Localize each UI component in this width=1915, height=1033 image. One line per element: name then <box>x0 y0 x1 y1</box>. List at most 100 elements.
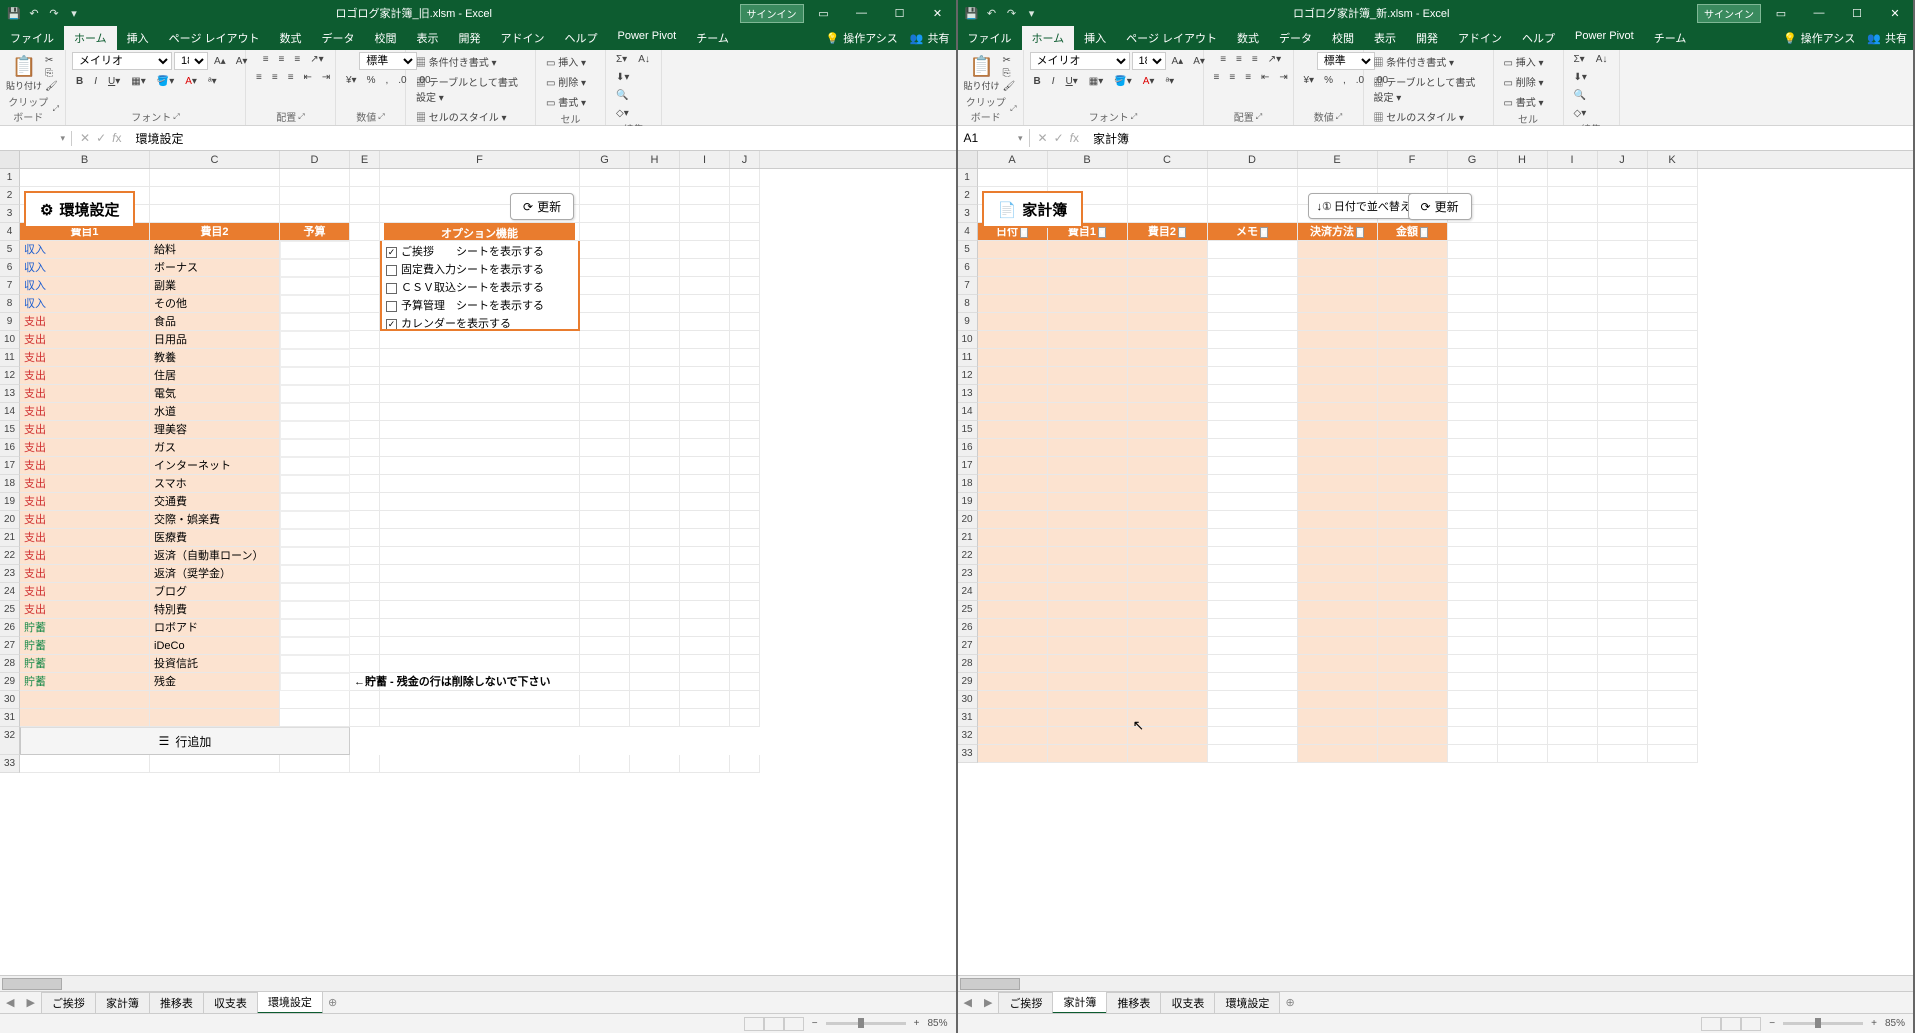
row-header[interactable]: 26 <box>0 619 20 637</box>
cell[interactable] <box>580 313 630 331</box>
cell[interactable] <box>630 475 680 493</box>
cell[interactable] <box>1128 403 1208 421</box>
cell[interactable] <box>1548 367 1598 385</box>
cell[interactable] <box>1048 349 1128 367</box>
format-painter-icon[interactable]: 🖌 <box>45 81 58 92</box>
cell[interactable] <box>1498 583 1548 601</box>
ribbon-tab-数式[interactable]: 数式 <box>1227 26 1269 50</box>
cell[interactable] <box>350 565 380 583</box>
cell[interactable] <box>1448 349 1498 367</box>
cell[interactable] <box>978 547 1048 565</box>
cell[interactable] <box>1448 493 1498 511</box>
cell[interactable] <box>630 385 680 403</box>
cell[interactable] <box>350 755 380 773</box>
cell[interactable] <box>350 511 380 529</box>
cell[interactable] <box>1598 295 1648 313</box>
cell[interactable] <box>730 331 760 349</box>
row-header[interactable]: 5 <box>958 241 978 259</box>
orientation-icon[interactable]: ↗▾ <box>306 52 327 67</box>
cell[interactable] <box>350 259 380 277</box>
horizontal-scrollbar[interactable] <box>0 975 956 991</box>
cell[interactable] <box>730 493 760 511</box>
row-header[interactable]: 12 <box>958 367 978 385</box>
cell[interactable] <box>1448 367 1498 385</box>
cell[interactable] <box>1298 403 1378 421</box>
cell[interactable] <box>20 691 150 709</box>
row-header[interactable]: 2 <box>958 187 978 205</box>
cell[interactable] <box>978 583 1048 601</box>
sort-by-date-button[interactable]: ↓①日付で並べ替え <box>1308 193 1420 219</box>
cell[interactable] <box>1648 547 1698 565</box>
font-size-select[interactable]: 18 <box>1132 52 1166 70</box>
cell[interactable] <box>1128 349 1208 367</box>
align-right-icon[interactable]: ≡ <box>1241 70 1255 85</box>
cell[interactable] <box>1298 547 1378 565</box>
cell[interactable] <box>1548 583 1598 601</box>
cell[interactable] <box>580 223 630 241</box>
col-header-H[interactable]: H <box>1498 151 1548 168</box>
cell-yosan[interactable] <box>280 511 350 529</box>
cell[interactable] <box>380 493 580 511</box>
row-header[interactable]: 31 <box>0 709 20 727</box>
col-header-K[interactable]: K <box>1648 151 1698 168</box>
cell[interactable] <box>1498 349 1548 367</box>
cell[interactable] <box>1378 331 1448 349</box>
option-row[interactable]: ＣＳＶ取込シートを表示する <box>380 277 580 295</box>
cell[interactable] <box>380 169 580 187</box>
ribbon-tab-ホーム[interactable]: ホーム <box>64 26 117 50</box>
hdr-h2[interactable]: 費目2▾ <box>1128 223 1208 241</box>
ribbon-tab-ヘルプ[interactable]: ヘルプ <box>1512 26 1565 50</box>
font-size-select[interactable]: 18 <box>174 52 208 70</box>
row-header[interactable]: 11 <box>958 349 978 367</box>
maximize-icon[interactable]: ☐ <box>882 0 918 26</box>
copy-icon[interactable]: ⎘ <box>45 68 58 79</box>
cell[interactable] <box>1548 511 1598 529</box>
cell[interactable] <box>680 475 730 493</box>
cell[interactable] <box>1128 439 1208 457</box>
cell[interactable] <box>1548 475 1598 493</box>
filter-icon[interactable]: ▾ <box>1098 227 1106 238</box>
cell[interactable] <box>1498 727 1548 745</box>
cell-yosan[interactable] <box>280 403 350 421</box>
cell-himoku2[interactable]: 残金 <box>150 673 280 691</box>
cell-himoku1[interactable]: 支出 <box>20 457 150 475</box>
cell[interactable] <box>350 583 380 601</box>
cell[interactable] <box>680 259 730 277</box>
cell[interactable] <box>1298 493 1378 511</box>
cell[interactable] <box>1498 439 1548 457</box>
format-painter-icon[interactable]: 🖌 <box>1003 81 1016 92</box>
cell-yosan[interactable] <box>280 349 350 367</box>
cell[interactable] <box>580 277 630 295</box>
share-button[interactable]: 👥共有 <box>1861 26 1913 50</box>
comma-icon[interactable]: , <box>1339 73 1350 88</box>
cell[interactable] <box>1048 241 1128 259</box>
tab-nav-right[interactable]: ▶ <box>20 996 40 1009</box>
cell[interactable] <box>1378 709 1448 727</box>
row-header[interactable]: 28 <box>958 655 978 673</box>
cell[interactable] <box>730 223 760 241</box>
cut-icon[interactable]: ✂ <box>1003 55 1016 66</box>
cell-yosan[interactable] <box>280 295 350 313</box>
cell[interactable] <box>1548 529 1598 547</box>
cell[interactable] <box>1498 277 1548 295</box>
cell[interactable] <box>730 619 760 637</box>
cell[interactable] <box>730 259 760 277</box>
cell[interactable] <box>1128 637 1208 655</box>
cell[interactable] <box>680 421 730 439</box>
row-header[interactable]: 3 <box>958 205 978 223</box>
cell[interactable] <box>1208 475 1298 493</box>
paste-icon[interactable]: 📋 <box>12 54 37 79</box>
row-header[interactable]: 16 <box>958 439 978 457</box>
cell[interactable] <box>380 403 580 421</box>
cell[interactable] <box>630 691 680 709</box>
cell[interactable] <box>580 529 630 547</box>
zoom-label[interactable]: 85% <box>1885 1018 1905 1029</box>
cell[interactable] <box>1598 529 1648 547</box>
cell[interactable] <box>380 637 580 655</box>
cell-yosan[interactable] <box>280 637 350 655</box>
cell[interactable] <box>380 529 580 547</box>
cell[interactable] <box>1648 223 1698 241</box>
paste-icon[interactable]: 📋 <box>969 54 994 79</box>
col-header-E[interactable]: E <box>350 151 380 168</box>
cell[interactable] <box>1298 727 1378 745</box>
